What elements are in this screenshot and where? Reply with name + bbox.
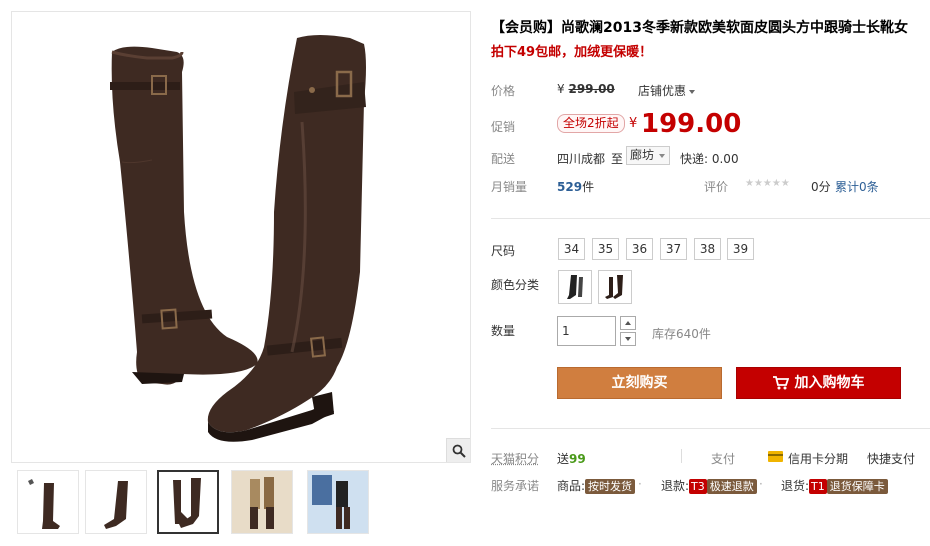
shipping-fee: 快递: 0.00 bbox=[680, 152, 739, 166]
quantity-increase-button[interactable] bbox=[620, 316, 636, 330]
service-goods: 商品: 按时发货 bbox=[557, 477, 636, 494]
destination-city-select[interactable]: 廊坊 bbox=[626, 146, 670, 165]
quantity-decrease-button[interactable] bbox=[620, 332, 636, 346]
size-option-37[interactable]: 37 bbox=[660, 238, 687, 260]
divider bbox=[491, 218, 930, 219]
service-refund: 退款: T3 极速退款 bbox=[661, 477, 757, 494]
points-reward: 送99 bbox=[557, 450, 586, 467]
price-label: 价格 bbox=[491, 84, 516, 98]
store-discount-dropdown[interactable]: 店铺优惠 bbox=[638, 82, 696, 99]
rating-score: 0分 bbox=[811, 180, 831, 194]
thumb-boots-pair-image bbox=[173, 478, 201, 528]
tmall-points-link[interactable]: 天猫积分 bbox=[491, 450, 539, 467]
currency-symbol: ¥ bbox=[629, 116, 638, 131]
service-label: 服务承诺 bbox=[491, 479, 540, 493]
points-send-label: 送 bbox=[557, 452, 570, 466]
triangle-up-icon bbox=[625, 321, 631, 325]
promotion-label: 促销 bbox=[491, 120, 516, 134]
credit-card-icon bbox=[768, 451, 783, 462]
size-option-34[interactable]: 34 bbox=[558, 238, 585, 260]
triangle-down-icon bbox=[625, 337, 631, 341]
ship-from: 四川成都 bbox=[557, 152, 606, 166]
boot-swatch-image bbox=[567, 275, 583, 299]
boots-image bbox=[110, 35, 366, 442]
size-option-39[interactable]: 39 bbox=[727, 238, 754, 260]
add-to-cart-button[interactable]: 加入购物车 bbox=[736, 367, 901, 399]
thumb-boot-image bbox=[28, 479, 60, 529]
color-option-1[interactable] bbox=[558, 270, 592, 304]
thumbnail-5[interactable] bbox=[307, 470, 369, 534]
goods-label: 商品: bbox=[557, 479, 586, 493]
promo-text: 拍下49包邮，加绒更保暖！ bbox=[491, 45, 653, 60]
size-option-38[interactable]: 38 bbox=[694, 238, 721, 260]
promotion-badge: 全场2折起 bbox=[557, 114, 625, 133]
size-label: 尺码 bbox=[491, 244, 516, 258]
refund-code-badge: T3 bbox=[689, 479, 707, 494]
currency-symbol: ¥ bbox=[557, 82, 565, 96]
sales-count: 529 bbox=[557, 180, 583, 194]
quantity-input[interactable]: 1 bbox=[557, 316, 616, 346]
thumbnail-strip bbox=[11, 470, 471, 540]
return-guarantee-badge[interactable]: 退货保障卡 bbox=[826, 479, 888, 494]
add-to-cart-label: 加入购物车 bbox=[794, 375, 865, 391]
payment-label: 支付 bbox=[711, 452, 736, 466]
product-title: 【会员购】尚歌澜2013冬季新款欧美软面皮圆头方中跟骑士长靴女 bbox=[491, 20, 908, 36]
boot-swatch-image bbox=[605, 275, 623, 299]
size-option-36[interactable]: 36 bbox=[626, 238, 653, 260]
original-price-value: 299.00 bbox=[568, 82, 615, 96]
monthly-sales-label: 月销量 bbox=[491, 180, 528, 194]
service-return: 退货: T1 退货保障卡 bbox=[781, 477, 888, 494]
separator bbox=[681, 449, 682, 463]
store-discount-label: 店铺优惠 bbox=[638, 84, 687, 98]
main-product-image[interactable] bbox=[11, 11, 471, 463]
thumb-model-image bbox=[232, 471, 292, 533]
thumbnail-3[interactable] bbox=[157, 470, 219, 534]
thumbnail-4[interactable] bbox=[231, 470, 293, 534]
magnifier-icon bbox=[452, 444, 466, 458]
chevron-down-icon bbox=[659, 154, 665, 158]
monthly-sales: 529件 bbox=[557, 178, 594, 195]
separator-dot: · bbox=[638, 477, 642, 491]
rating-label: 评价 bbox=[704, 180, 729, 194]
ship-to-label: 至 bbox=[611, 152, 624, 166]
quick-pay-link[interactable]: 快捷支付 bbox=[867, 450, 915, 467]
quantity-label: 数量 bbox=[491, 324, 516, 338]
refund-label: 退款: bbox=[661, 479, 690, 493]
rating-stars: ★★★★★ bbox=[745, 178, 790, 189]
thumb-model-image bbox=[308, 471, 368, 533]
color-label: 颜色分类 bbox=[491, 278, 540, 292]
destination-city: 廊坊 bbox=[630, 148, 655, 162]
on-time-shipping-badge[interactable]: 按时发货 bbox=[585, 479, 636, 494]
original-price: ¥ 299.00 bbox=[557, 82, 615, 96]
separator-dot: · bbox=[759, 477, 763, 491]
color-option-2[interactable] bbox=[598, 270, 632, 304]
zoom-button[interactable] bbox=[446, 438, 470, 462]
chevron-down-icon bbox=[689, 89, 696, 94]
return-code-badge: T1 bbox=[809, 479, 827, 494]
credit-installment-link[interactable]: 信用卡分期 bbox=[788, 450, 848, 467]
stock-count: 库存640件 bbox=[652, 327, 711, 341]
cart-icon bbox=[772, 376, 789, 390]
divider bbox=[491, 428, 930, 429]
sales-unit: 件 bbox=[582, 180, 595, 194]
reviews-link[interactable]: 累计0条 bbox=[835, 178, 879, 195]
size-option-35[interactable]: 35 bbox=[592, 238, 619, 260]
shipping-label: 配送 bbox=[491, 152, 516, 166]
thumb-boot-image bbox=[104, 481, 128, 529]
return-label: 退货: bbox=[781, 479, 810, 493]
thumbnail-2[interactable] bbox=[85, 470, 147, 534]
points-amount: 99 bbox=[569, 452, 586, 466]
buy-now-button[interactable]: 立刻购买 bbox=[557, 367, 722, 399]
fast-refund-badge[interactable]: 极速退款 bbox=[706, 479, 757, 494]
sale-price: 199.00 bbox=[641, 109, 742, 139]
thumbnail-1[interactable] bbox=[17, 470, 79, 534]
